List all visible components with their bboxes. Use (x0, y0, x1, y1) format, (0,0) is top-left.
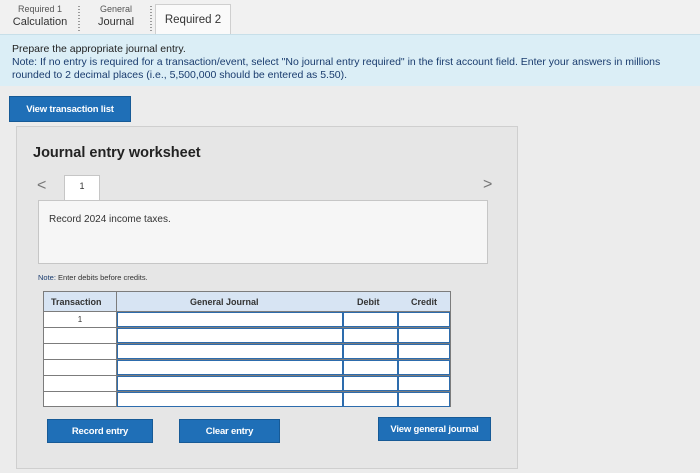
table-row (44, 360, 450, 376)
table-row (44, 376, 450, 392)
tab-general-journal[interactable]: General Journal (88, 0, 144, 34)
tab-separator (150, 6, 152, 32)
transaction-number (44, 392, 116, 407)
general-journal-field[interactable] (117, 392, 343, 407)
debit-field[interactable] (343, 376, 398, 391)
note-label: Note: (38, 273, 56, 282)
credit-field[interactable] (398, 312, 450, 327)
worksheet-title: Journal entry worksheet (33, 145, 201, 161)
header-credit: Credit (411, 297, 438, 307)
tab-bar: Required 1 Calculation General Journal R… (0, 0, 700, 35)
record-entry-button[interactable]: Record entry (47, 419, 153, 443)
tab-required-1-calculation[interactable]: Required 1 Calculation (4, 0, 76, 34)
debit-field[interactable] (343, 312, 398, 327)
general-journal-field[interactable] (117, 376, 343, 391)
instruction-text: Prepare the appropriate journal entry. (12, 43, 186, 55)
tab-label: Journal (97, 16, 135, 28)
transaction-number (44, 376, 116, 391)
transaction-number (44, 344, 116, 359)
chevron-left-icon[interactable]: < (37, 177, 46, 195)
table-row (44, 392, 450, 408)
table-row: 1 (44, 312, 450, 328)
view-general-journal-button[interactable]: View general journal (378, 417, 491, 441)
column-divider (116, 292, 117, 406)
transaction-number: 1 (77, 315, 83, 324)
tab-separator (78, 6, 80, 32)
credit-field[interactable] (398, 328, 450, 343)
general-journal-field[interactable] (117, 360, 343, 375)
tab-top-label: Required 1 (17, 4, 63, 14)
general-journal-field[interactable] (117, 312, 343, 327)
credit-field[interactable] (398, 344, 450, 359)
transaction-number (44, 328, 116, 343)
credit-field[interactable] (398, 376, 450, 391)
instruction-banner: Prepare the appropriate journal entry. N… (0, 34, 700, 86)
view-transaction-list-button[interactable]: View transaction list (9, 96, 131, 122)
credit-field[interactable] (398, 360, 450, 375)
transaction-number (44, 360, 116, 375)
debit-credit-note: Note: Enter debits before credits. (38, 273, 148, 282)
instruction-note: Note: If no entry is required for a tran… (12, 56, 661, 81)
chevron-right-icon[interactable]: > (483, 176, 492, 194)
tab-label: Required 2 (164, 14, 222, 26)
table-row (44, 344, 450, 360)
tab-required-2[interactable]: Required 2 (155, 4, 231, 35)
table-header: Transaction General Journal Debit Credit (44, 292, 450, 312)
credit-field[interactable] (398, 392, 450, 407)
clear-entry-button[interactable]: Clear entry (179, 419, 280, 443)
general-journal-field[interactable] (117, 328, 343, 343)
debit-field[interactable] (343, 360, 398, 375)
debit-field[interactable] (343, 392, 398, 407)
debit-field[interactable] (343, 344, 398, 359)
note-text: Enter debits before credits. (58, 273, 148, 282)
worksheet-page-tab[interactable]: 1 (64, 175, 100, 201)
debit-field[interactable] (343, 328, 398, 343)
header-transaction: Transaction (51, 297, 102, 307)
transaction-description: Record 2024 income taxes. (38, 200, 488, 264)
journal-table: Transaction General Journal Debit Credit… (43, 291, 451, 407)
header-debit: Debit (357, 297, 380, 307)
tab-top-label: General (99, 4, 133, 14)
header-general-journal: General Journal (190, 297, 259, 307)
journal-entry-worksheet-panel: Journal entry worksheet < 1 > Record 202… (16, 126, 518, 469)
tab-label: Calculation (12, 16, 68, 28)
table-row (44, 328, 450, 344)
general-journal-field[interactable] (117, 344, 343, 359)
